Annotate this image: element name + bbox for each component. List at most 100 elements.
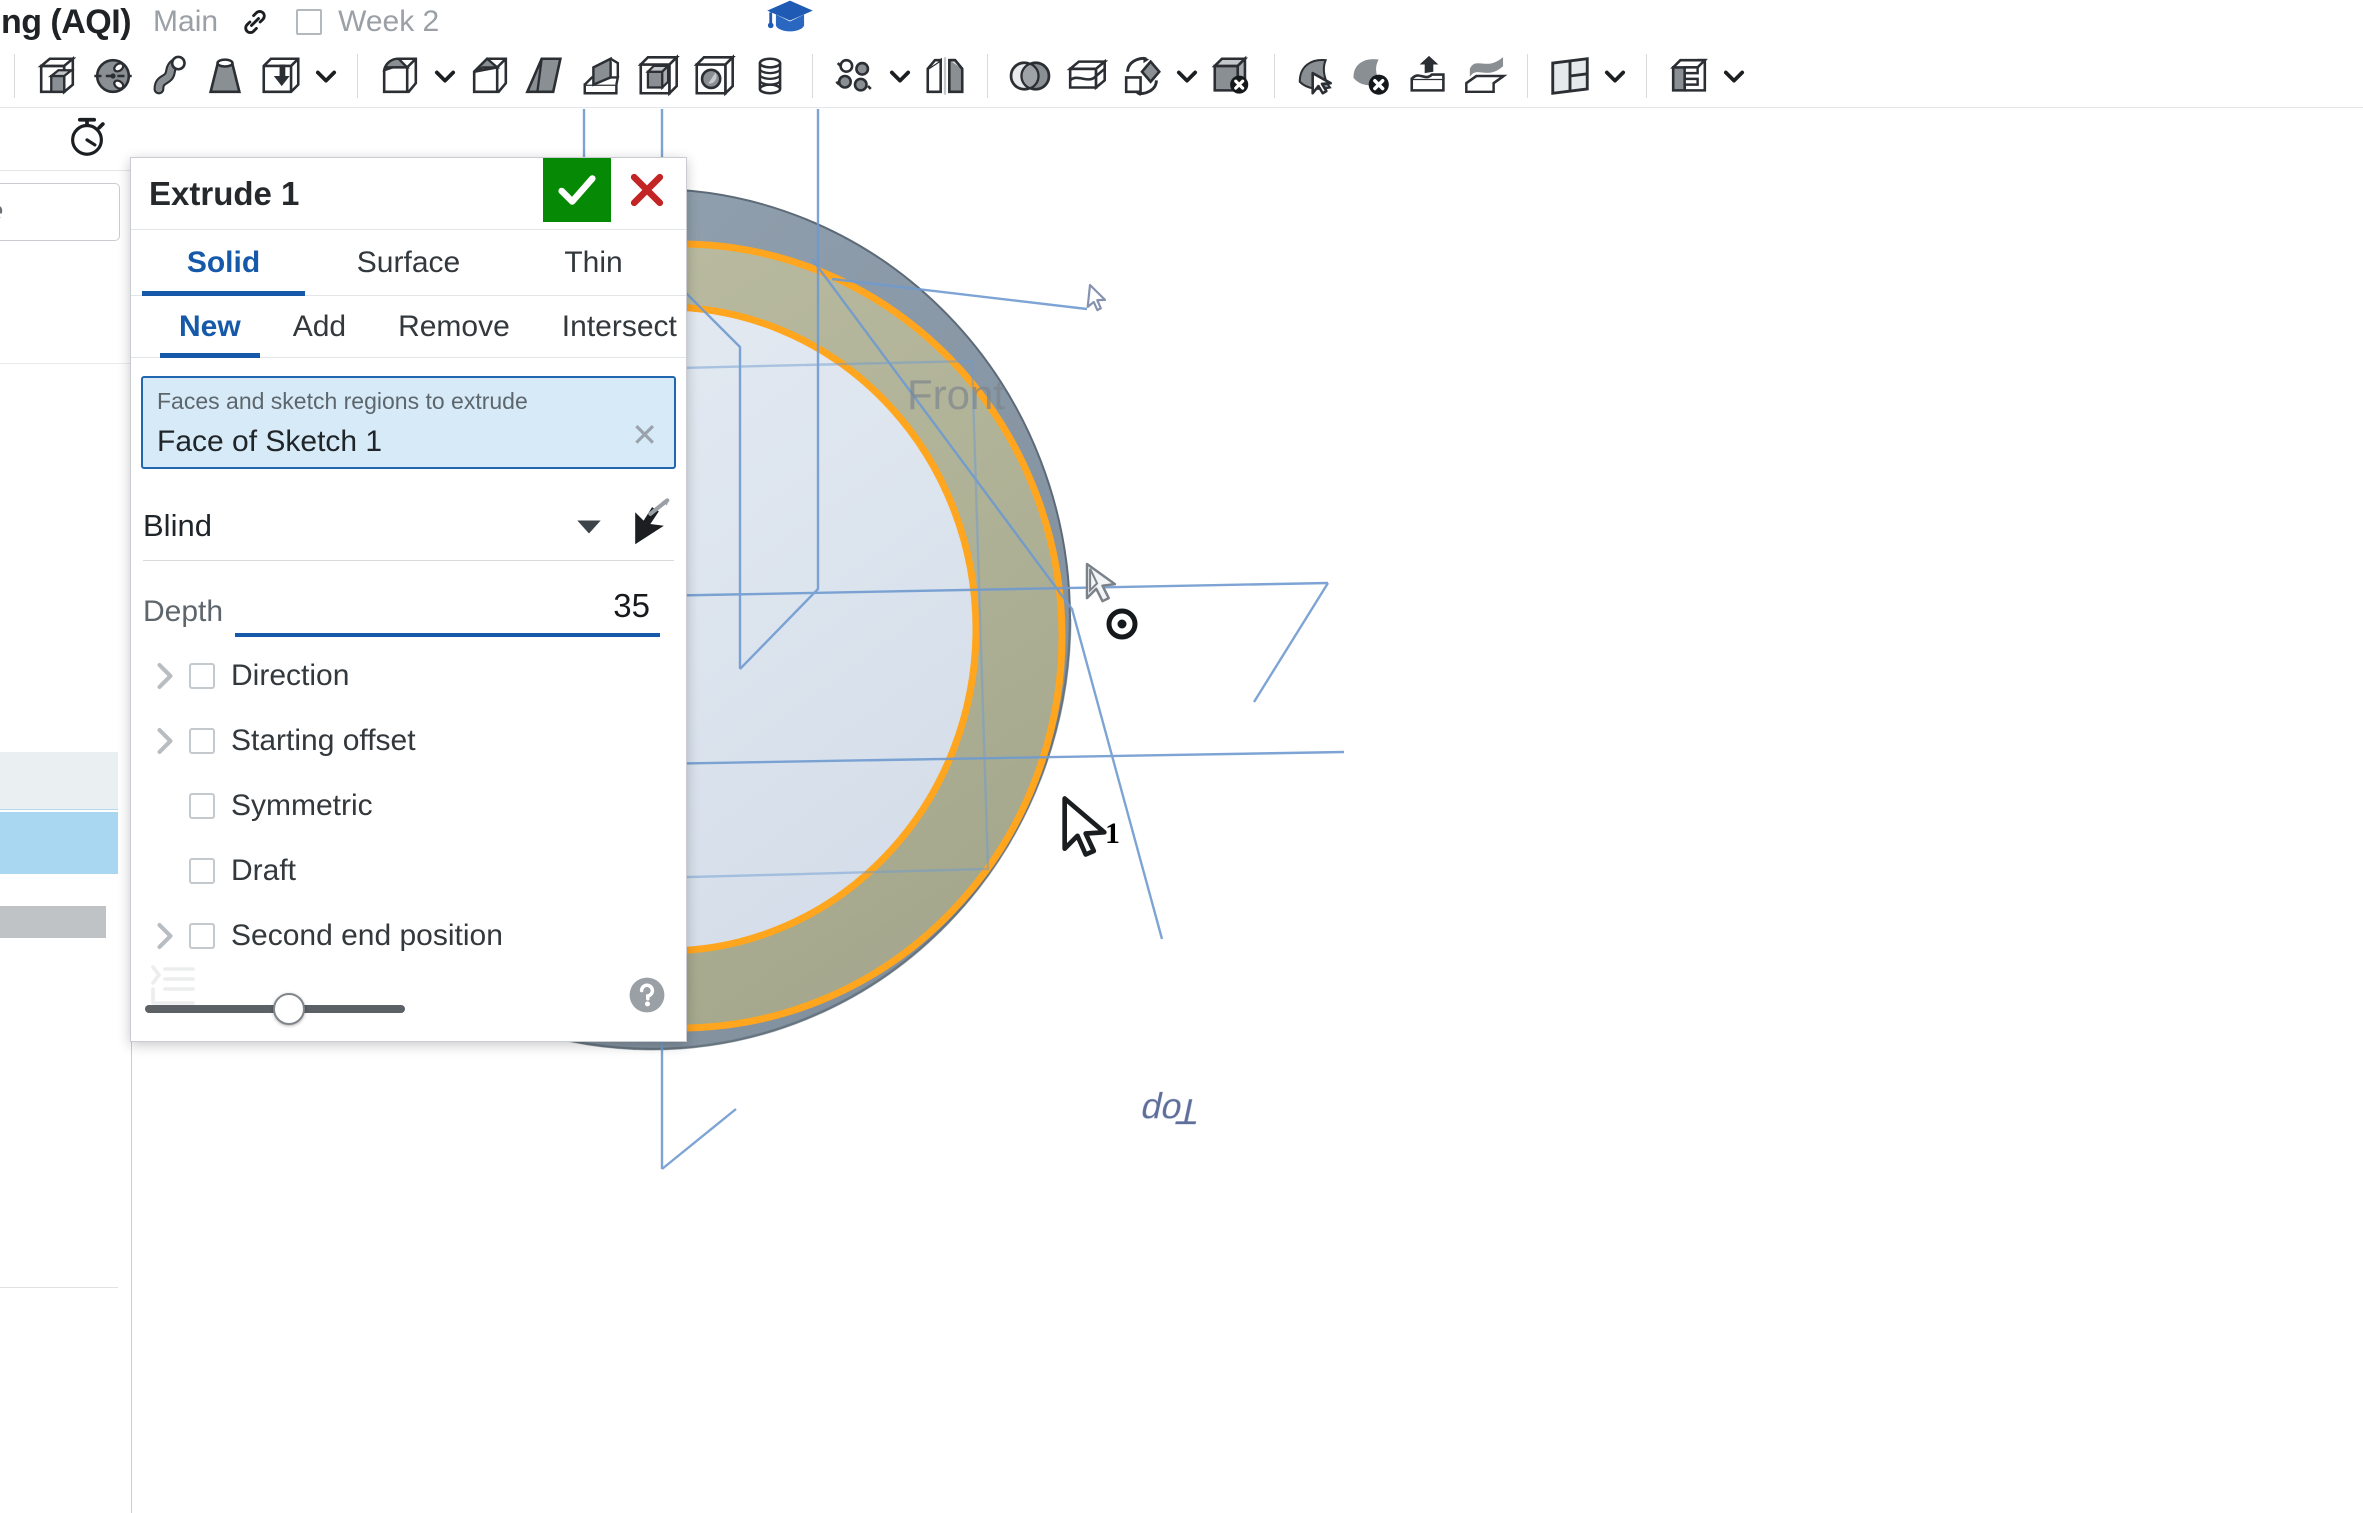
tab-surface[interactable]: Surface: [316, 230, 501, 295]
shell-tool[interactable]: [630, 48, 686, 104]
toolbar-divider: [1274, 53, 1275, 98]
option-starting-offset[interactable]: Starting offset: [153, 708, 686, 773]
tab-new[interactable]: New: [153, 296, 267, 358]
toolbar-divider: [987, 53, 988, 98]
chevron-right-icon[interactable]: [153, 921, 183, 951]
chevron-down-icon[interactable]: [576, 519, 602, 540]
feature-filter-input[interactable]: ype: [0, 183, 120, 241]
cursor-click-count-badge: 1: [1105, 817, 1120, 850]
toolbar-divider: [357, 53, 358, 98]
tab-intersect[interactable]: Intersect: [536, 296, 703, 357]
dialog-footer: [131, 965, 686, 1041]
direction-checkbox[interactable]: [189, 662, 215, 689]
option-second-end-position[interactable]: Second end position: [153, 903, 686, 968]
feature-tree-row-hovered[interactable]: [0, 752, 118, 810]
plane-tool[interactable]: [1542, 48, 1598, 104]
feature-tree-row-greyed[interactable]: [0, 906, 106, 938]
option-starting-offset-label: Starting offset: [231, 723, 416, 757]
chamfer-tool[interactable]: [462, 48, 518, 104]
hole-tool[interactable]: [686, 48, 742, 104]
thicken-tool[interactable]: [253, 48, 309, 104]
option-second-end-position-label: Second end position: [231, 918, 503, 952]
split-tool[interactable]: [1058, 48, 1114, 104]
plane-caret-icon[interactable]: [1598, 48, 1632, 104]
mate-connector-arrow-icon: [1086, 283, 1107, 312]
draft-tool[interactable]: [518, 48, 574, 104]
onshape-window: ing (AQI) Main Week 2 Front Top Extrude …: [0, 0, 2363, 1513]
selection-field[interactable]: Faces and sketch regions to extrude Face…: [141, 376, 676, 469]
fillet-caret-icon[interactable]: [428, 48, 462, 104]
thicken-caret-icon[interactable]: [309, 48, 343, 104]
mirror-tool[interactable]: [917, 48, 973, 104]
boolean-tool[interactable]: [1002, 48, 1058, 104]
end-type-dropdown[interactable]: Blind: [143, 491, 674, 561]
dialog-header: Extrude 1: [131, 158, 686, 230]
chevron-right-icon[interactable]: [153, 661, 183, 691]
move-face-tool[interactable]: [1289, 48, 1345, 104]
toolbar-divider: [812, 53, 813, 98]
feature-tree-panel: ype: [0, 109, 132, 1513]
derived-tool[interactable]: [1661, 48, 1717, 104]
option-draft[interactable]: Draft: [153, 838, 686, 903]
selection-value[interactable]: Face of Sketch 1: [157, 425, 660, 459]
transform-tool[interactable]: [1114, 48, 1170, 104]
selection-hint: Faces and sketch regions to extrude: [157, 388, 528, 414]
derived-caret-icon[interactable]: [1717, 48, 1751, 104]
option-direction[interactable]: Direction: [153, 643, 686, 708]
clear-selection-icon[interactable]: ✕: [631, 419, 658, 451]
document-bar: ing (AQI) Main Week 2: [0, 0, 2363, 44]
option-direction-label: Direction: [231, 658, 350, 692]
depth-underline: [235, 633, 660, 637]
workspace-label[interactable]: Week 2: [338, 5, 439, 39]
help-icon[interactable]: [628, 976, 666, 1019]
branch-name[interactable]: Main: [153, 5, 218, 39]
toolbar-divider: [14, 53, 15, 98]
toolbar-divider: [1646, 53, 1647, 98]
sweep-tool[interactable]: [141, 48, 197, 104]
extrude-tool[interactable]: [29, 48, 85, 104]
option-symmetric-label: Symmetric: [231, 788, 373, 822]
thread-tool[interactable]: [742, 48, 798, 104]
cancel-button[interactable]: [616, 158, 678, 222]
tab-add[interactable]: Add: [267, 296, 372, 357]
revolve-tool[interactable]: [85, 48, 141, 104]
fillet-tool[interactable]: [372, 48, 428, 104]
feature-tree-divider: [0, 363, 132, 364]
tab-solid[interactable]: Solid: [131, 230, 316, 296]
select-direction-icon[interactable]: [620, 497, 674, 556]
rib-tool[interactable]: [574, 48, 630, 104]
delete-part-tool[interactable]: [1204, 48, 1260, 104]
replace-face-tool[interactable]: [1401, 48, 1457, 104]
pattern-tool[interactable]: [827, 48, 883, 104]
depth-field[interactable]: Depth 35: [143, 581, 674, 643]
toolbar-divider: [1527, 53, 1528, 98]
graduation-cap-icon[interactable]: [760, 0, 820, 44]
operation-tabs: New Add Remove Intersect: [131, 296, 686, 358]
draft-checkbox[interactable]: [189, 857, 215, 884]
delete-face-tool[interactable]: [1345, 48, 1401, 104]
option-symmetric[interactable]: Symmetric: [153, 773, 686, 838]
tab-remove[interactable]: Remove: [372, 296, 536, 357]
extrude-dialog[interactable]: Extrude 1 Solid Surface Thin New Add Rem…: [130, 157, 687, 1042]
chevron-right-icon[interactable]: [153, 726, 183, 756]
close-icon: [630, 173, 664, 207]
workspace-checkbox[interactable]: [296, 9, 323, 35]
second-end-position-checkbox[interactable]: [189, 922, 215, 949]
starting-offset-checkbox[interactable]: [189, 727, 215, 754]
stopwatch-icon[interactable]: [64, 114, 110, 165]
transform-caret-icon[interactable]: [1170, 48, 1204, 104]
loft-tool[interactable]: [197, 48, 253, 104]
tab-thin[interactable]: Thin: [501, 230, 686, 295]
depth-value[interactable]: 35: [613, 587, 650, 625]
symmetric-checkbox[interactable]: [189, 792, 215, 819]
link-icon[interactable]: [238, 5, 272, 39]
depth-label: Depth: [143, 595, 224, 628]
offset-surface-tool[interactable]: [1457, 48, 1513, 104]
feature-tree-row-selected[interactable]: [0, 812, 118, 874]
feature-filter-placeholder: ype: [0, 195, 3, 229]
opacity-slider-handle[interactable]: [273, 993, 305, 1025]
accept-button[interactable]: [543, 158, 611, 222]
feature-tree-divider-2: [0, 1287, 118, 1288]
pattern-caret-icon[interactable]: [883, 48, 917, 104]
feature-tree-toolbar: [0, 109, 132, 171]
